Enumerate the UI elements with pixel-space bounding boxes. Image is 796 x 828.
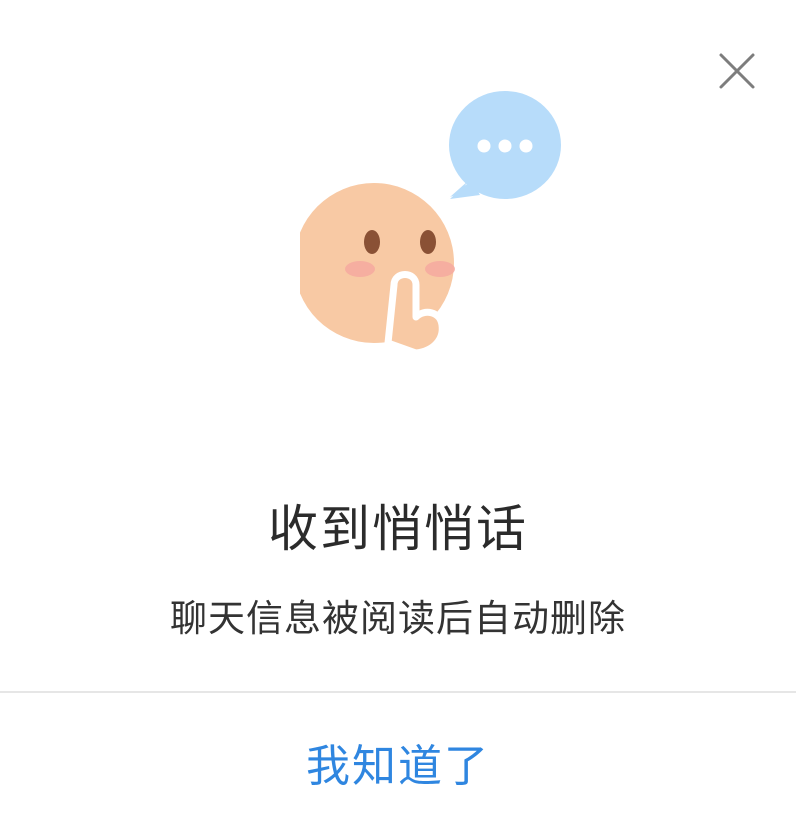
speech-bubble-icon: [449, 91, 561, 199]
whisper-dialog: 收到悄悄话 聊天信息被阅读后自动删除 我知道了: [0, 0, 796, 828]
close-icon: [719, 53, 755, 89]
dialog-subtitle: 聊天信息被阅读后自动删除: [170, 597, 626, 640]
dialog-title: 收到悄悄话: [268, 500, 528, 558]
got-it-label: 我知道了: [306, 740, 490, 792]
shush-illustration: [294, 85, 570, 365]
shush-face-icon: [294, 91, 561, 357]
close-button[interactable]: [712, 46, 762, 96]
got-it-button[interactable]: 我知道了: [0, 693, 796, 828]
